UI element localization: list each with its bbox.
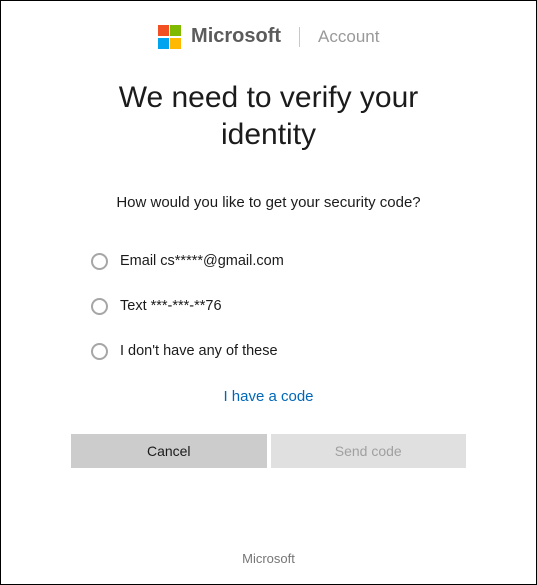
- have-code-container: I have a code: [71, 388, 466, 406]
- prompt-text: How would you like to get your security …: [71, 194, 466, 211]
- cancel-button[interactable]: Cancel: [71, 434, 267, 468]
- options-list: Email cs*****@gmail.com Text ***-***-**7…: [71, 253, 466, 360]
- brand-label: Microsoft: [191, 25, 281, 48]
- radio-icon: [91, 298, 108, 315]
- header-divider: [299, 27, 300, 47]
- option-label: I don't have any of these: [120, 343, 278, 359]
- option-none[interactable]: I don't have any of these: [91, 343, 466, 360]
- footer-text: Microsoft: [1, 551, 536, 566]
- button-row: Cancel Send code: [71, 434, 466, 468]
- page-title: We need to verify your identity: [71, 79, 466, 154]
- option-label: Text ***-***-**76: [120, 298, 222, 314]
- send-code-button[interactable]: Send code: [271, 434, 467, 468]
- option-text[interactable]: Text ***-***-**76: [91, 298, 466, 315]
- option-email[interactable]: Email cs*****@gmail.com: [91, 253, 466, 270]
- microsoft-logo-icon: [158, 25, 182, 49]
- option-label: Email cs*****@gmail.com: [120, 253, 284, 269]
- section-label: Account: [318, 27, 379, 47]
- radio-icon: [91, 343, 108, 360]
- main-content: We need to verify your identity How woul…: [1, 59, 536, 468]
- radio-icon: [91, 253, 108, 270]
- header: Microsoft Account: [1, 1, 536, 59]
- have-code-link[interactable]: I have a code: [223, 388, 313, 405]
